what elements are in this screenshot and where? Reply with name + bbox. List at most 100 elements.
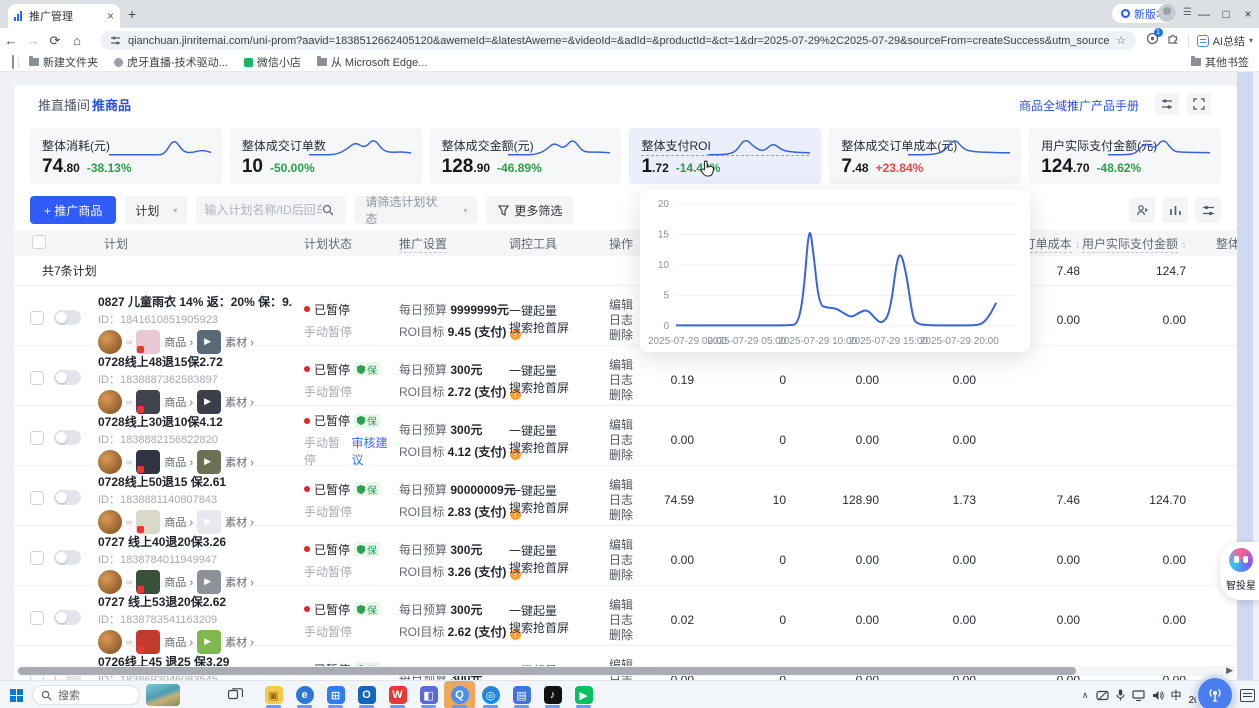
row-checkbox[interactable] <box>30 311 44 325</box>
col-tools[interactable]: 调控工具 <box>503 235 603 252</box>
bookmark-weixin-store[interactable]: 微信小店 <box>244 54 301 70</box>
window-close-button[interactable]: × <box>1237 0 1259 28</box>
reload-icon[interactable]: ⟳ <box>44 33 66 49</box>
bookmark-huya[interactable]: 虎牙直播-技术驱动... <box>114 54 228 70</box>
log-link[interactable]: 日志 <box>609 373 651 388</box>
review-suggestion-link[interactable]: 审核建议 <box>352 434 394 468</box>
sort-icon[interactable]: ↕ <box>1181 240 1186 251</box>
plan-name[interactable]: 0728线上48退15保2.72 <box>98 353 292 370</box>
ime-indicator[interactable]: 中 <box>1171 687 1182 703</box>
material-thumbnail[interactable]: ▶ <box>197 390 221 414</box>
plan-name[interactable]: 0728线上30退10保4.12 <box>98 413 292 430</box>
extensions-icon[interactable] <box>1167 32 1180 50</box>
plan-name[interactable]: 0727 线上53退20保2.62 <box>98 593 292 610</box>
plan-toggle[interactable] <box>54 430 81 445</box>
touchpad-off-icon[interactable] <box>1096 690 1109 701</box>
col-user-paid[interactable]: 用户实际支付金额 ↕ <box>1082 235 1188 252</box>
delete-link[interactable]: 删除 <box>609 448 651 463</box>
tab-live-room[interactable]: 推直播间 <box>38 95 90 114</box>
window-minimize-button[interactable]: — <box>1193 0 1215 28</box>
browser-tab[interactable]: 推广管理 × <box>8 4 120 28</box>
plan-status-select[interactable]: 请筛选计划状态▾ <box>355 196 477 224</box>
one-key-boost-link[interactable]: 一键起量 <box>509 543 603 560</box>
url-field[interactable]: qianchuan.jinritemai.com/uni-prom?aavid=… <box>100 31 1136 50</box>
log-link[interactable]: 日志 <box>609 613 651 628</box>
taskbar-app-microsoft-store[interactable]: ⊞ <box>320 681 351 708</box>
plan-name[interactable]: 0727 线上40退20保3.26 <box>98 533 292 550</box>
taskbar-app-qianchuan[interactable]: Q <box>444 681 475 708</box>
column-settings-icon[interactable] <box>1195 197 1221 223</box>
home-icon[interactable]: ⌂ <box>66 33 88 48</box>
plan-toggle[interactable] <box>54 370 81 385</box>
stat-card-3[interactable]: 整体支付ROI1.72-14.43% <box>629 128 821 184</box>
stat-card-1[interactable]: 整体成交订单数10-50.00% <box>230 128 422 184</box>
taskbar-app-outlook[interactable]: O <box>351 681 382 708</box>
tab-close-icon[interactable]: × <box>107 9 114 23</box>
log-link[interactable]: 日志 <box>609 433 651 448</box>
tab-products[interactable]: 推商品 <box>92 95 131 114</box>
search-top-screen-link[interactable]: 搜索抢首屏 <box>509 380 603 397</box>
edit-link[interactable]: 编辑 <box>609 538 651 553</box>
taskbar-app-file-explorer[interactable]: ▣ <box>258 681 289 708</box>
task-view-icon[interactable] <box>228 688 243 706</box>
taskbar-app-douyin[interactable]: ♪ <box>537 681 568 708</box>
broadcast-help-button[interactable] <box>1195 675 1235 708</box>
search-top-screen-link[interactable]: 搜索抢首屏 <box>509 620 603 637</box>
ai-summary-button[interactable]: AI总结 ▾ <box>1197 33 1253 49</box>
col-plan[interactable]: 计划 <box>98 235 298 252</box>
one-key-boost-link[interactable]: 一键起量 <box>509 423 603 440</box>
edit-link[interactable]: 编辑 <box>609 478 651 493</box>
product-thumbnail[interactable] <box>136 570 160 594</box>
plan-name[interactable]: 0728线上50退15 保2.61 <box>98 473 292 490</box>
plan-type-select[interactable]: 计划▾ <box>125 196 187 224</box>
product-thumbnail[interactable] <box>136 450 160 474</box>
select-all-checkbox[interactable] <box>32 235 46 249</box>
row-checkbox[interactable] <box>30 371 44 385</box>
edit-link[interactable]: 编辑 <box>609 358 651 373</box>
product-thumbnail[interactable] <box>136 510 160 534</box>
log-link[interactable]: 日志 <box>609 553 651 568</box>
material-thumbnail[interactable]: ▶ <box>197 570 221 594</box>
log-link[interactable]: 日志 <box>609 493 651 508</box>
product-thumbnail[interactable] <box>136 330 160 354</box>
taskbar-app-wps[interactable]: W <box>382 681 413 708</box>
start-button[interactable] <box>10 689 23 702</box>
row-checkbox[interactable] <box>30 491 44 505</box>
plan-toggle[interactable] <box>54 610 81 625</box>
volume-icon[interactable] <box>1152 690 1164 701</box>
network-display-icon[interactable] <box>1132 690 1145 701</box>
stat-card-0[interactable]: 整体消耗(元)74.80-38.13% <box>30 128 222 184</box>
window-maximize-button[interactable]: □ <box>1215 0 1237 28</box>
bookmark-edge-import[interactable]: 从 Microsoft Edge... <box>317 54 428 70</box>
material-thumbnail[interactable]: ▶ <box>197 630 221 654</box>
row-checkbox[interactable] <box>30 551 44 565</box>
browser-profile-avatar[interactable] <box>1158 4 1176 22</box>
col-status[interactable]: 计划状态 <box>298 235 393 252</box>
material-thumbnail[interactable]: ▶ <box>197 450 221 474</box>
share-member-icon[interactable] <box>1129 197 1155 223</box>
new-tab-button[interactable]: + <box>128 7 136 21</box>
delete-link[interactable]: 删除 <box>609 508 651 523</box>
taskbar-app-app-tool[interactable]: ▤ <box>506 681 537 708</box>
microphone-icon[interactable] <box>1116 689 1125 701</box>
settings-sliders-icon[interactable] <box>1155 93 1179 115</box>
plan-search-box[interactable] <box>196 196 346 224</box>
stat-card-2[interactable]: 整体成交金额(元)128.90-46.89% <box>430 128 622 184</box>
sort-icon[interactable]: ↕ <box>1075 240 1080 251</box>
plan-search-input[interactable] <box>204 203 322 217</box>
delete-link[interactable]: 删除 <box>609 628 651 643</box>
search-top-screen-link[interactable]: 搜索抢首屏 <box>509 320 603 337</box>
notification-center-icon[interactable] <box>1240 689 1255 702</box>
stat-card-5[interactable]: 用户实际支付金额(元)124.70-48.62% <box>1029 128 1221 184</box>
stat-card-4[interactable]: 整体成交订单成本(元)7.48+23.84% <box>829 128 1021 184</box>
more-filter-button[interactable]: 更多筛选 <box>486 196 574 224</box>
fullscreen-icon[interactable] <box>1187 93 1211 115</box>
col-settings[interactable]: 推广设置 <box>399 237 447 253</box>
taskbar-app-browser[interactable]: ◎ <box>475 681 506 708</box>
taskbar-app-app-blue[interactable]: ◧ <box>413 681 444 708</box>
col-overall[interactable]: 整体 <box>1188 235 1237 252</box>
bookmark-new-folder[interactable]: 新建文件夹 <box>29 54 98 70</box>
edit-link[interactable]: 编辑 <box>609 418 651 433</box>
plan-toggle[interactable] <box>54 310 81 325</box>
edit-link[interactable]: 编辑 <box>609 598 651 613</box>
